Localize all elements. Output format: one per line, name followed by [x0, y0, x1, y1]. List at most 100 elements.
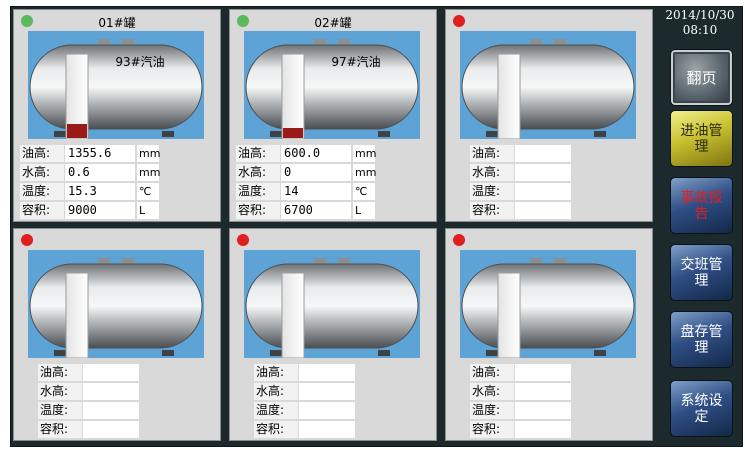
tank-graphic — [460, 250, 636, 358]
tank-icon — [29, 39, 203, 139]
reading-row: 容积: 9000 L — [20, 201, 220, 220]
reading-unit: mm — [137, 145, 161, 162]
reading-value — [299, 421, 355, 438]
incident-report-label: 事故报告 — [680, 189, 723, 222]
reading-label: 温度: — [470, 402, 514, 419]
reading-row: 水高: 0 mm — [236, 163, 436, 182]
reading-table: 油高: 1355.6 mm 水高: 0.6 mm 温度: 15.3 ℃ 容积: 9000 L — [20, 144, 220, 220]
reading-label: 水高: — [470, 383, 514, 400]
reading-label: 油高: — [254, 364, 298, 381]
tank-panel[interactable]: 油高: 水高: 温度: 容积: — [445, 228, 653, 441]
tank-panel[interactable]: 01#罐 93#汽油 油高: 1355.6 mm 水高: 0.6 mm 温度: 15.3 ℃ 容积: 9… — [13, 9, 221, 222]
reading-value: 1355.6 — [65, 145, 135, 162]
reading-unit: ℃ — [353, 183, 375, 200]
tank-icon — [29, 258, 203, 358]
reading-label: 容积: — [38, 421, 82, 438]
reading-value: 600.0 — [281, 145, 351, 162]
shift-handover-label: 交班管理 — [680, 256, 723, 289]
reading-unit: mm — [137, 164, 161, 181]
reading-label: 油高: — [38, 364, 82, 381]
reading-value — [515, 421, 571, 438]
reading-label: 水高: — [470, 164, 514, 181]
reading-value: 0 — [281, 164, 351, 181]
reading-label: 油高: — [470, 145, 514, 162]
fuel-intake-label: 进油管理 — [680, 122, 723, 155]
reading-value — [515, 364, 571, 381]
system-settings-label: 系统设定 — [680, 392, 723, 425]
reading-row: 油高: — [20, 363, 220, 382]
reading-label: 水高: — [254, 383, 298, 400]
reading-value — [515, 383, 571, 400]
reading-value — [299, 364, 355, 381]
reading-label: 水高: — [236, 164, 280, 181]
status-indicator — [453, 15, 465, 27]
reading-label: 水高: — [38, 383, 82, 400]
tank-icon — [461, 39, 635, 139]
reading-label: 水高: — [20, 164, 64, 181]
reading-row: 油高: — [236, 363, 436, 382]
reading-value — [299, 402, 355, 419]
reading-label: 容积: — [236, 202, 280, 219]
tank-panel[interactable]: 02#罐 97#汽油 油高: 600.0 mm 水高: 0 mm 温度: 14 ℃ 容积: 6700 L — [229, 9, 437, 222]
clock: 2014/10/30 08:10 — [658, 8, 742, 44]
fuel-intake-button[interactable]: 进油管理 — [670, 110, 733, 167]
status-indicator — [237, 234, 249, 246]
reading-row: 油高: 600.0 mm — [236, 144, 436, 163]
reading-value: 6700 — [281, 202, 351, 219]
inventory-button[interactable]: 盘存管理 — [670, 311, 733, 368]
reading-table: 油高: 水高: 温度: 容积: — [236, 363, 436, 439]
reading-value: 9000 — [65, 202, 135, 219]
reading-row: 容积: — [452, 201, 652, 220]
reading-label: 温度: — [254, 402, 298, 419]
tank-panel[interactable]: 油高: 水高: 温度: 容积: — [13, 228, 221, 441]
product-label: 93#汽油 — [115, 55, 165, 69]
reading-label: 容积: — [20, 202, 64, 219]
reading-label: 温度: — [20, 183, 64, 200]
status-indicator — [21, 234, 33, 246]
system-settings-button[interactable]: 系统设定 — [670, 380, 733, 437]
reading-table: 油高: 水高: 温度: 容积: — [452, 363, 652, 439]
reading-row: 容积: 6700 L — [236, 201, 436, 220]
tank-graphic — [244, 250, 420, 358]
reading-table: 油高: 600.0 mm 水高: 0 mm 温度: 14 ℃ 容积: 6700 L — [236, 144, 436, 220]
reading-row: 油高: 1355.6 mm — [20, 144, 220, 163]
reading-value — [83, 421, 139, 438]
reading-label: 温度: — [236, 183, 280, 200]
tank-icon — [245, 39, 419, 139]
reading-unit: mm — [353, 145, 377, 162]
reading-row: 温度: 14 ℃ — [236, 182, 436, 201]
reading-row: 容积: — [20, 420, 220, 439]
reading-label: 温度: — [470, 183, 514, 200]
shift-handover-button[interactable]: 交班管理 — [670, 244, 733, 301]
reading-value — [515, 145, 571, 162]
reading-value — [83, 383, 139, 400]
reading-row: 水高: 0.6 mm — [20, 163, 220, 182]
reading-row: 温度: — [20, 401, 220, 420]
reading-value — [515, 202, 571, 219]
clock-date: 2014/10/30 — [665, 8, 735, 22]
tank-panel[interactable]: 油高: 水高: 温度: 容积: — [229, 228, 437, 441]
reading-unit: ℃ — [137, 183, 159, 200]
tank-graphic — [244, 31, 420, 139]
reading-row: 温度: — [452, 182, 652, 201]
page-flip-button[interactable]: 翻页 — [670, 49, 733, 106]
reading-value: 15.3 — [65, 183, 135, 200]
reading-row: 温度: — [236, 401, 436, 420]
reading-value — [83, 402, 139, 419]
reading-label: 油高: — [236, 145, 280, 162]
tank-panel[interactable]: 油高: 水高: 温度: 容积: — [445, 9, 653, 222]
incident-report-button[interactable]: 事故报告 — [670, 177, 733, 234]
reading-value: 0.6 — [65, 164, 135, 181]
reading-row: 水高: — [20, 382, 220, 401]
reading-row: 油高: — [452, 363, 652, 382]
reading-label: 油高: — [470, 364, 514, 381]
reading-table: 油高: 水高: 温度: 容积: — [20, 363, 220, 439]
reading-row: 温度: 15.3 ℃ — [20, 182, 220, 201]
reading-row: 油高: — [452, 144, 652, 163]
oil-level-fill — [67, 124, 87, 138]
reading-row: 水高: — [452, 382, 652, 401]
inventory-label: 盘存管理 — [680, 323, 723, 356]
reading-row: 容积: — [452, 420, 652, 439]
tank-graphic — [28, 31, 204, 139]
reading-value — [83, 364, 139, 381]
